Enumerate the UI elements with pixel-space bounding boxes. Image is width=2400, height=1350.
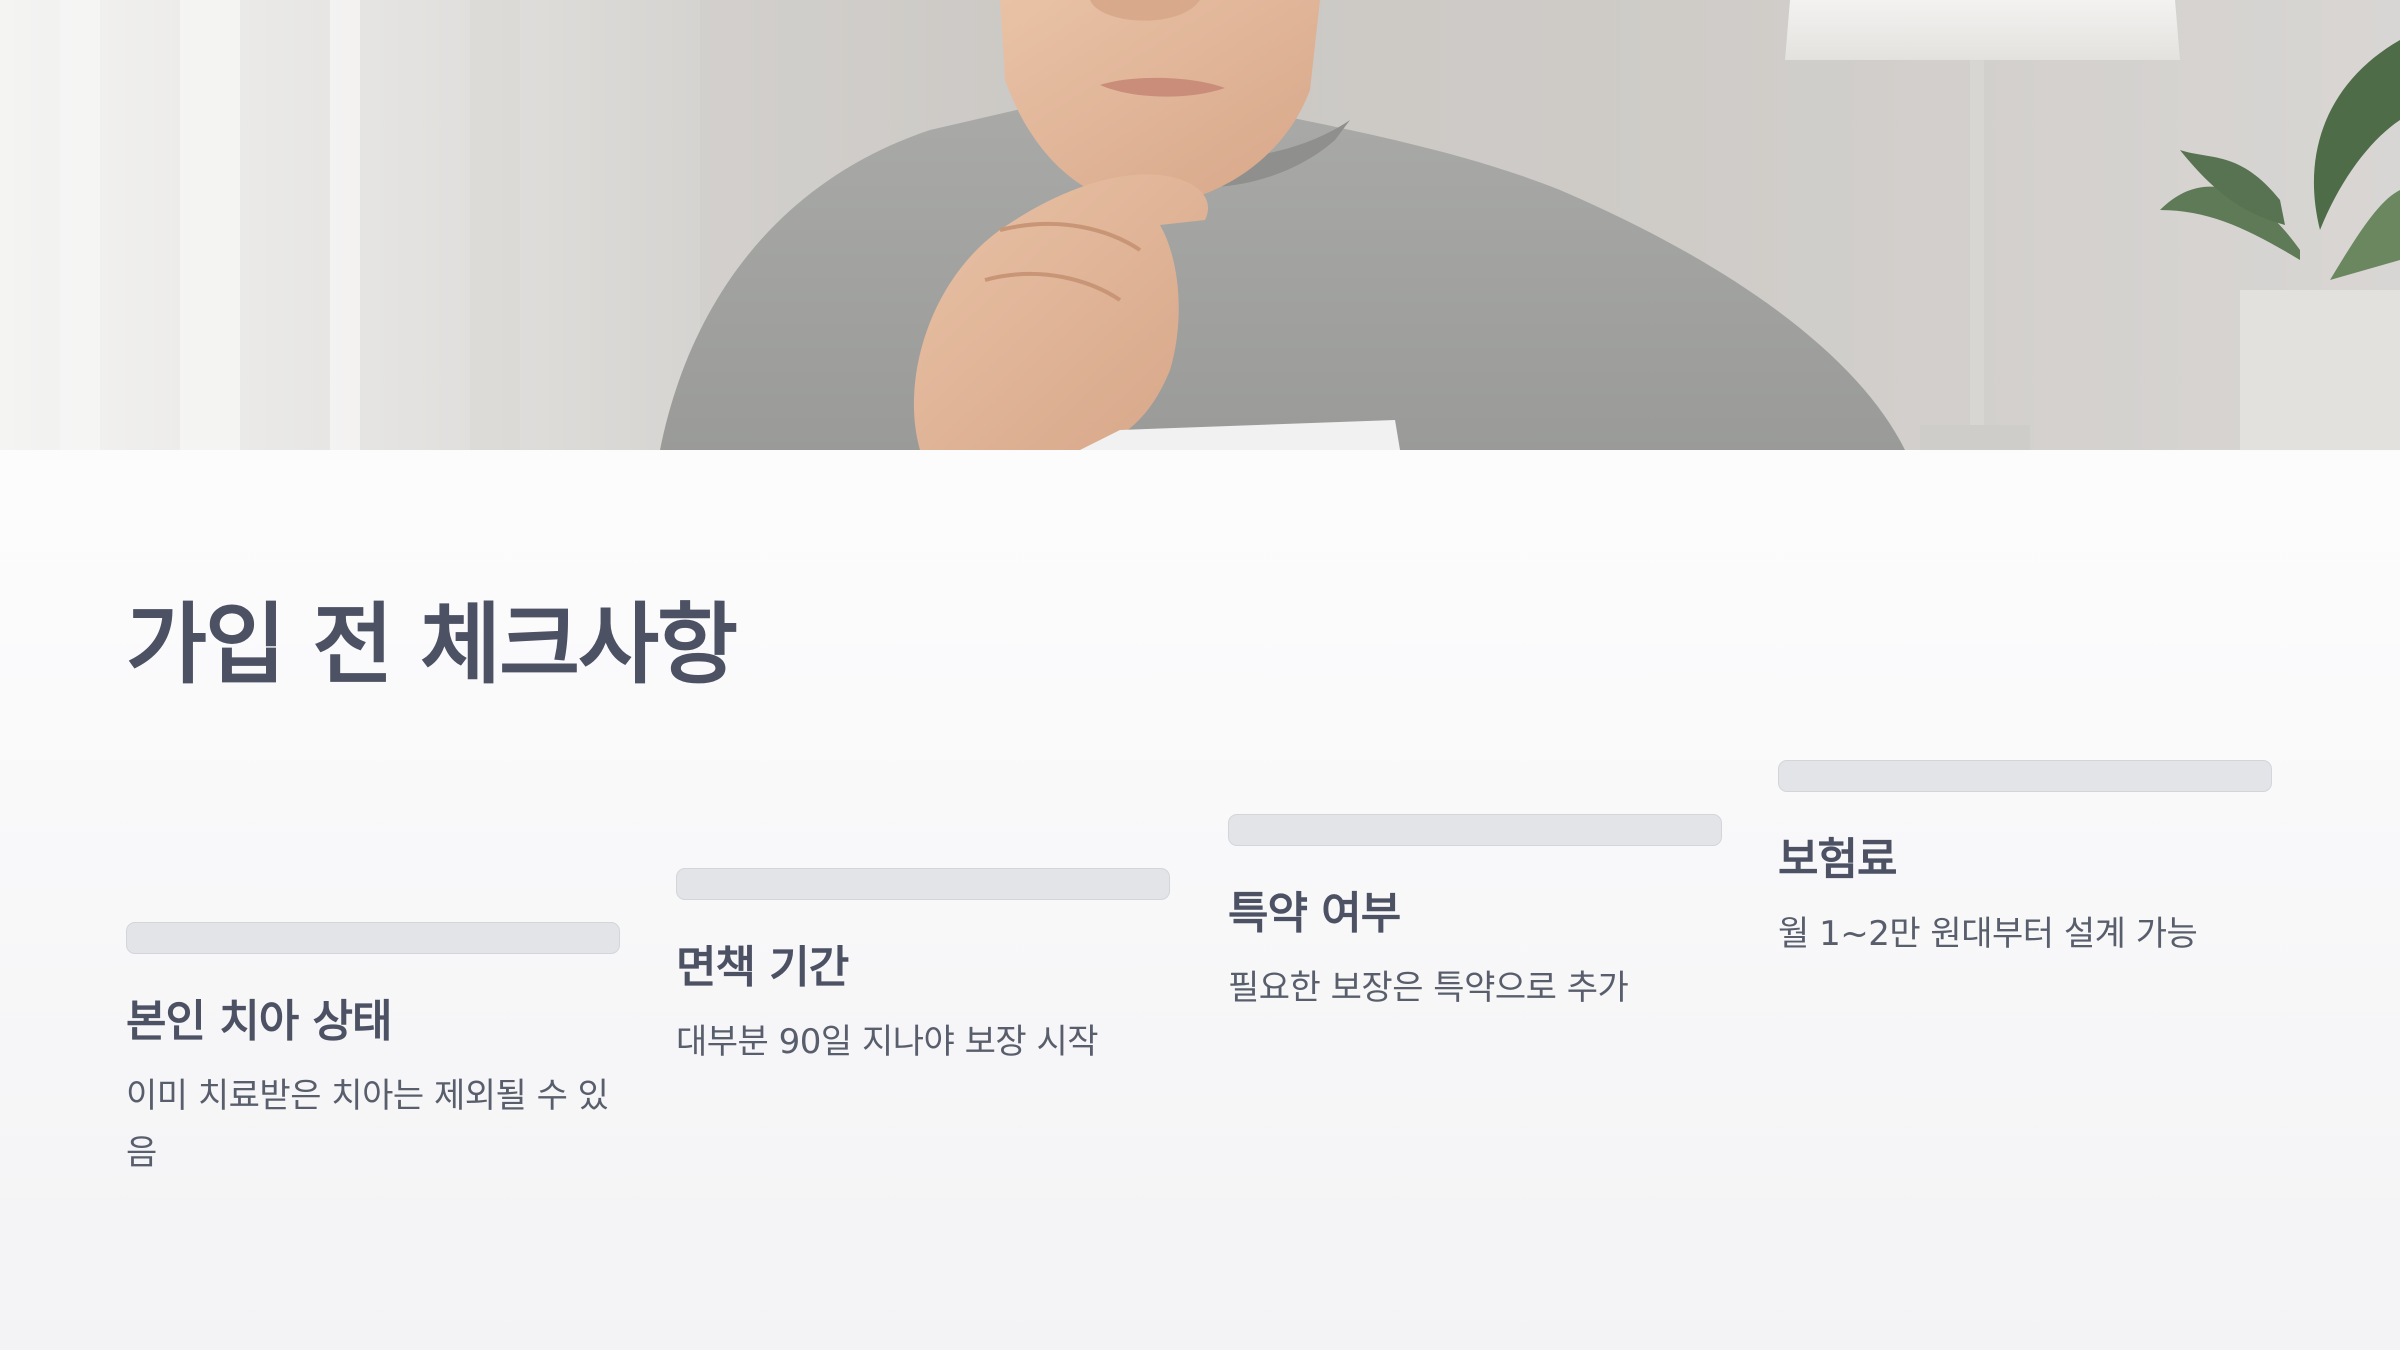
step-title: 본인 치아 상태 <box>126 996 393 1047</box>
step-card-waiting-period: 면책 기간 대부분 90일 지나야 보장 시작 <box>676 868 1172 1071</box>
step-description: 대부분 90일 지나야 보장 시작 <box>676 1022 1099 1062</box>
step-description: 월 1~2만 원대부터 설계 가능 <box>1778 914 2198 954</box>
step-bar <box>1778 760 2272 792</box>
step-bar <box>1228 814 1722 846</box>
step-bar <box>676 868 1170 900</box>
step-bar <box>126 922 620 954</box>
page-title: 가입 전 체크사항 <box>126 593 738 696</box>
step-description: 필요한 보장은 특약으로 추가 <box>1228 968 1629 1008</box>
step-card-dental-condition: 본인 치아 상태 이미 치료받은 치아는 제외될 수 있음 <box>126 922 622 1182</box>
step-title: 보험료 <box>1778 834 1897 885</box>
step-title: 면책 기간 <box>676 942 849 993</box>
hero-photo <box>0 0 2400 450</box>
step-title: 특약 여부 <box>1228 888 1401 939</box>
slide: 가입 전 체크사항 본인 치아 상태 이미 치료받은 치아는 제외될 수 있음 … <box>0 0 2400 1350</box>
step-card-premium: 보험료 월 1~2만 원대부터 설계 가능 <box>1778 760 2274 963</box>
step-description: 이미 치료받은 치아는 제외될 수 있음 <box>126 1076 609 1173</box>
step-card-riders: 특약 여부 필요한 보장은 특약으로 추가 <box>1228 814 1724 1017</box>
